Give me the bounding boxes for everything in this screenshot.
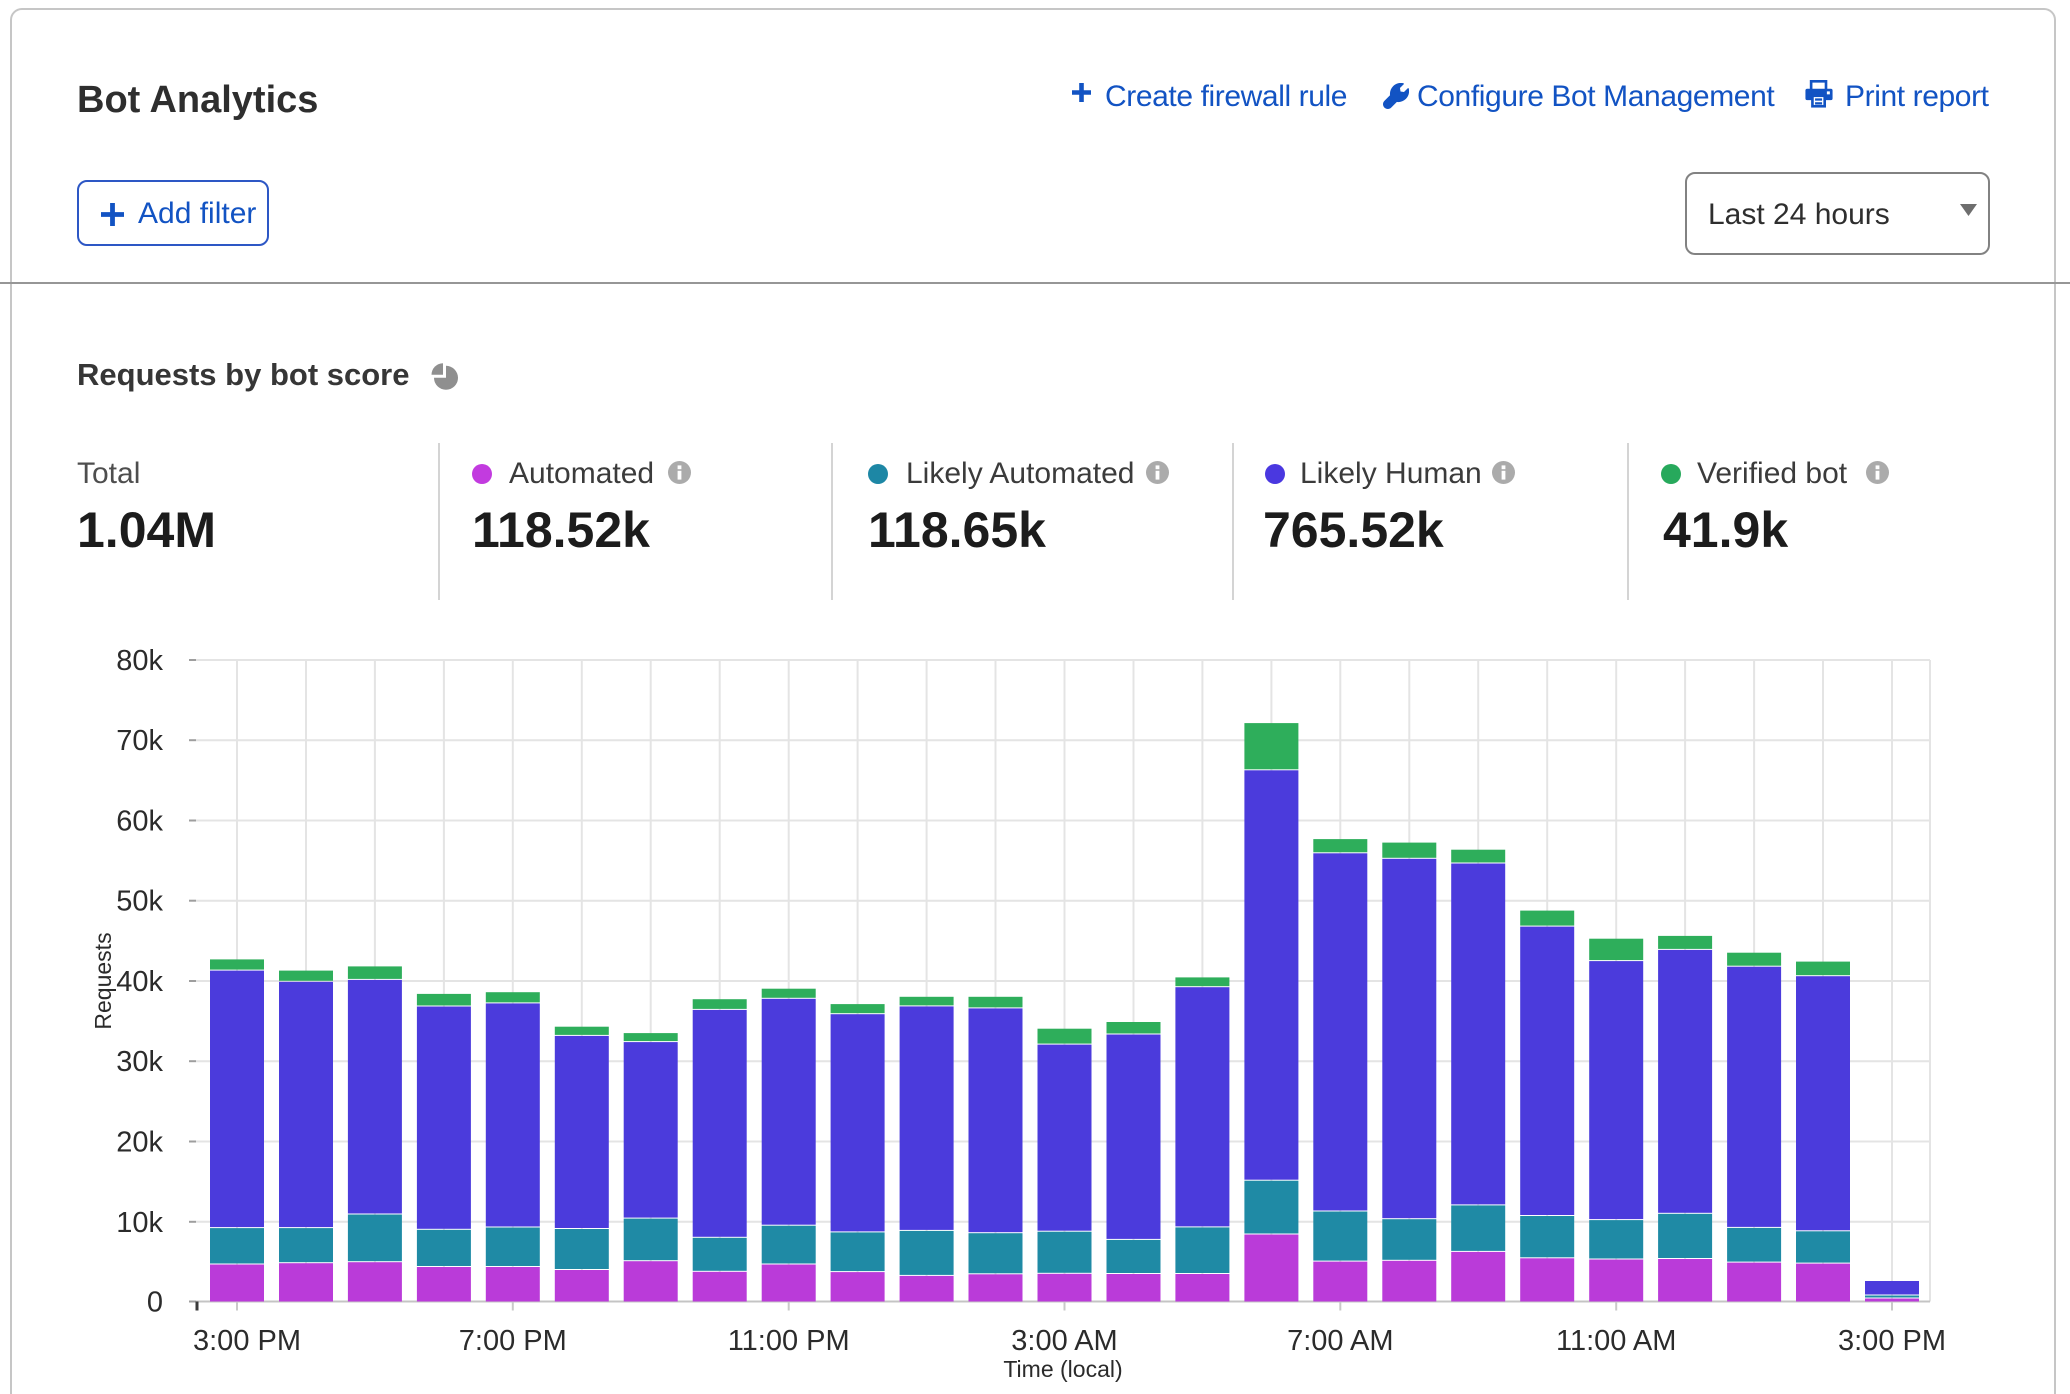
svg-text:3:00 PM: 3:00 PM — [193, 1325, 301, 1357]
svg-text:7:00 AM: 7:00 AM — [1287, 1325, 1393, 1357]
svg-text:11:00 PM: 11:00 PM — [728, 1325, 850, 1357]
svg-text:30k: 30k — [116, 1046, 163, 1078]
svg-text:70k: 70k — [116, 725, 163, 757]
svg-text:3:00 PM: 3:00 PM — [1838, 1325, 1946, 1357]
svg-text:40k: 40k — [116, 966, 163, 998]
svg-text:50k: 50k — [116, 886, 163, 918]
svg-text:10k: 10k — [116, 1207, 163, 1239]
svg-text:60k: 60k — [116, 806, 163, 838]
svg-text:Requests: Requests — [90, 932, 116, 1029]
svg-text:7:00 PM: 7:00 PM — [459, 1325, 567, 1357]
svg-text:20k: 20k — [116, 1127, 163, 1159]
svg-text:0: 0 — [147, 1287, 163, 1319]
svg-text:80k: 80k — [116, 645, 163, 677]
svg-text:3:00 AM: 3:00 AM — [1011, 1325, 1117, 1357]
svg-text:Time (local): Time (local) — [1003, 1356, 1122, 1382]
svg-text:11:00 AM: 11:00 AM — [1556, 1325, 1676, 1357]
